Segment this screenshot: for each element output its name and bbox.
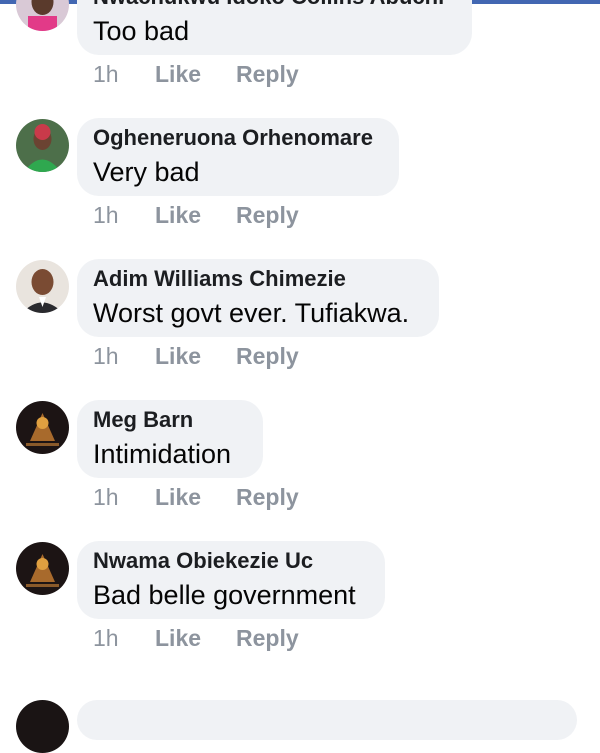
like-link[interactable]: Like <box>155 339 201 373</box>
comment-bubble: Nwachukwu Idoko Collins Abuchi Too bad <box>77 0 472 55</box>
comment: Meg Barn Intimidation 1h Like Reply <box>0 400 600 541</box>
like-link[interactable]: Like <box>155 621 201 655</box>
comment-text: Intimidation <box>93 439 232 469</box>
comment-author[interactable]: Ogheneruona Orhenomare <box>93 124 379 152</box>
comment-timestamp[interactable]: 1h <box>93 480 119 514</box>
avatar[interactable] <box>16 0 69 31</box>
comment-text: Worst govt ever. Tufiakwa. <box>93 298 410 328</box>
reply-link[interactable]: Reply <box>236 198 299 232</box>
comment-author[interactable]: Adim Williams Chimezie <box>93 265 419 293</box>
reply-link[interactable]: Reply <box>236 57 299 91</box>
comment-bubble: Adim Williams Chimezie Worst govt ever. … <box>77 259 439 337</box>
avatar[interactable] <box>16 542 69 595</box>
comment-timestamp[interactable]: 1h <box>93 621 119 655</box>
reply-link[interactable]: Reply <box>236 621 299 655</box>
like-link[interactable]: Like <box>155 198 201 232</box>
like-link[interactable]: Like <box>155 480 201 514</box>
avatar[interactable] <box>16 700 69 753</box>
comment-bubble: Ogheneruona Orhenomare Very bad <box>77 118 399 196</box>
like-link[interactable]: Like <box>155 57 201 91</box>
comment: Adim Williams Chimezie Worst govt ever. … <box>0 259 600 400</box>
comment-text: Bad belle government <box>93 580 356 610</box>
comment-author[interactable]: Nwachukwu Idoko Collins Abuchi <box>93 0 452 11</box>
comment: Nwama Obiekezie Uc Bad belle government … <box>0 541 600 682</box>
comment-timestamp[interactable]: 1h <box>93 339 119 373</box>
reply-link[interactable]: Reply <box>236 480 299 514</box>
comment-author[interactable]: Nwama Obiekezie Uc <box>93 547 365 575</box>
avatar[interactable] <box>16 401 69 454</box>
comment-text: Very bad <box>93 157 200 187</box>
comment: Ogheneruona Orhenomare Very bad 1h Like … <box>0 118 600 259</box>
comment-text: Too bad <box>93 16 190 46</box>
comment-timestamp[interactable]: 1h <box>93 57 119 91</box>
comment-bubble: Meg Barn Intimidation <box>77 400 263 478</box>
comment: Nwachukwu Idoko Collins Abuchi Too bad 1… <box>0 0 600 118</box>
avatar[interactable] <box>16 260 69 313</box>
avatar[interactable] <box>16 119 69 172</box>
comment-bubble <box>77 700 577 740</box>
comment-timestamp[interactable]: 1h <box>93 198 119 232</box>
comment-bubble: Nwama Obiekezie Uc Bad belle government <box>77 541 385 619</box>
comment-author[interactable]: Meg Barn <box>93 406 243 434</box>
reply-link[interactable]: Reply <box>236 339 299 373</box>
